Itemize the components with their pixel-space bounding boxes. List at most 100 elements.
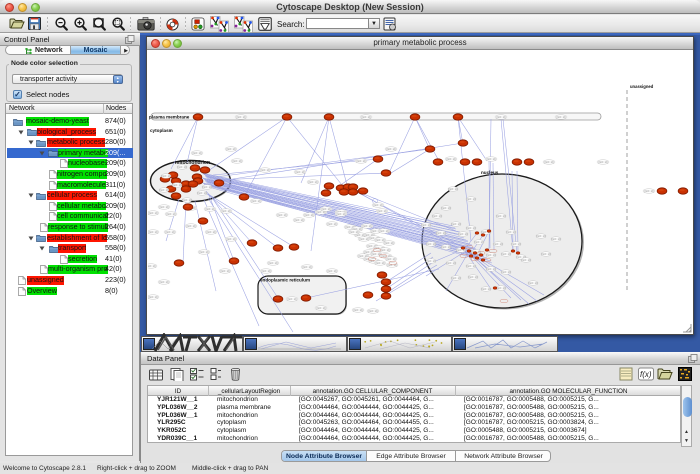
- svg-text:[GO: id]: [GO: id]: [288, 297, 297, 301]
- svg-text:[GO: id]: [GO: id]: [452, 222, 461, 226]
- svg-text:[GO: id]: [GO: id]: [529, 281, 538, 285]
- svg-text:[GO: id]: [GO: id]: [317, 306, 326, 310]
- svg-text:[GO: id]: [GO: id]: [149, 211, 158, 215]
- svg-text:[GO: id]: [GO: id]: [512, 242, 521, 246]
- svg-text:[GO: id]: [GO: id]: [148, 264, 156, 268]
- svg-text:[GO: id]: [GO: id]: [557, 115, 566, 119]
- svg-text:[GO: id]: [GO: id]: [522, 258, 531, 262]
- svg-text:[GO: id]: [GO: id]: [433, 214, 442, 218]
- svg-text:[GO: id]: [GO: id]: [502, 252, 511, 256]
- svg-text:[GO: id]: [GO: id]: [467, 226, 476, 230]
- svg-text:[GO: id]: [GO: id]: [387, 257, 396, 261]
- svg-text:[GO: id]: [GO: id]: [303, 265, 312, 269]
- svg-text:[GO: id]: [GO: id]: [497, 115, 506, 119]
- svg-text:plasma membrane: plasma membrane: [149, 115, 190, 120]
- svg-text:[GO: id]: [GO: id]: [354, 308, 363, 312]
- svg-text:[GO: id]: [GO: id]: [162, 174, 171, 178]
- svg-text:[GO: id]: [GO: id]: [502, 270, 511, 274]
- svg-text:[GO: id]: [GO: id]: [305, 213, 314, 217]
- svg-text:[GO: id]: [GO: id]: [187, 224, 196, 228]
- svg-text:[GO: id]: [GO: id]: [350, 230, 359, 234]
- svg-text:[GO: id]: [GO: id]: [237, 115, 246, 119]
- svg-text:[GO: id]: [GO: id]: [363, 224, 372, 228]
- svg-text:[GO: id]: [GO: id]: [198, 191, 207, 195]
- svg-text:[GO: id]: [GO: id]: [357, 159, 366, 163]
- svg-text:[GO: id]: [GO: id]: [482, 287, 491, 291]
- svg-text:[GO: id]: [GO: id]: [222, 209, 231, 213]
- svg-text:[GO: id]: [GO: id]: [467, 264, 476, 268]
- svg-text:unassigned: unassigned: [630, 84, 654, 89]
- svg-text:[GO: id]: [GO: id]: [328, 269, 337, 273]
- svg-text:[GO: id]: [GO: id]: [233, 159, 242, 163]
- svg-text:[GO: id]: [GO: id]: [309, 180, 318, 184]
- svg-text:[GO: id]: [GO: id]: [422, 223, 431, 227]
- svg-text:[GO: id]: [GO: id]: [497, 214, 506, 218]
- svg-text:[GO: id]: [GO: id]: [376, 238, 385, 242]
- svg-text:[GO: id]: [GO: id]: [167, 212, 176, 216]
- svg-text:[GO: id]: [GO: id]: [295, 218, 304, 222]
- svg-text:[GO: id]: [GO: id]: [552, 237, 561, 241]
- svg-text:cytoplasm: cytoplasm: [150, 128, 173, 133]
- svg-text:[GO: id]: [GO: id]: [203, 185, 212, 189]
- svg-text:[GO: id]: [GO: id]: [261, 168, 270, 172]
- svg-text:[GO: id]: [GO: id]: [178, 165, 187, 169]
- svg-text:[GO: id]: [GO: id]: [183, 198, 192, 202]
- svg-text:[GO: id]: [GO: id]: [200, 250, 209, 254]
- svg-text:[GO: id]: [GO: id]: [449, 187, 458, 191]
- svg-text:[GO: id]: [GO: id]: [360, 237, 369, 241]
- svg-text:[GO: id]: [GO: id]: [599, 160, 608, 164]
- svg-text:[GO: id]: [GO: id]: [322, 207, 331, 211]
- svg-text:[GO: id]: [GO: id]: [427, 259, 436, 263]
- svg-text:[GO: id]: [GO: id]: [252, 199, 261, 203]
- svg-text:[GO: id]: [GO: id]: [166, 230, 175, 234]
- svg-text:[GO: id]: [GO: id]: [487, 253, 496, 257]
- svg-text:[GO: id]: [GO: id]: [269, 261, 278, 265]
- svg-text:[GO: id]: [GO: id]: [447, 157, 456, 161]
- svg-text:[GO: id]: [GO: id]: [160, 280, 169, 284]
- svg-text:[GO: id]: [GO: id]: [459, 232, 468, 236]
- svg-text:[GO: id]: [GO: id]: [645, 189, 654, 193]
- svg-text:[GO: id]: [GO: id]: [362, 115, 371, 119]
- svg-text:[GO: id]: [GO: id]: [537, 234, 546, 238]
- svg-text:[GO: id]: [GO: id]: [497, 286, 506, 290]
- svg-text:[GO: id]: [GO: id]: [378, 209, 387, 213]
- svg-text:[GO: id]: [GO: id]: [221, 269, 230, 273]
- svg-text:[GO: id]: [GO: id]: [494, 242, 503, 246]
- svg-text:[GO: id]: [GO: id]: [149, 230, 158, 234]
- svg-text:[GO: id]: [GO: id]: [469, 275, 478, 279]
- svg-text:[GO: id]: [GO: id]: [542, 252, 551, 256]
- svg-text:[GO: id]: [GO: id]: [447, 261, 456, 265]
- svg-text:endoplasmic reticulum: endoplasmic reticulum: [260, 278, 310, 283]
- svg-text:[GO: id]: [GO: id]: [278, 213, 287, 217]
- svg-text:[GO: id]: [GO: id]: [487, 157, 496, 161]
- svg-text:[GO: id]: [GO: id]: [207, 230, 216, 234]
- svg-text:[GO: id]: [GO: id]: [206, 207, 215, 211]
- svg-text:[GO: id]: [GO: id]: [442, 206, 451, 210]
- svg-text:f(x): f(x): [640, 370, 652, 379]
- svg-text:[GO: id]: [GO: id]: [452, 276, 461, 280]
- svg-text:[GO: id]: [GO: id]: [296, 170, 305, 174]
- svg-text:[GO: id]: [GO: id]: [545, 160, 554, 164]
- svg-text:[GO: id]: [GO: id]: [369, 309, 378, 313]
- svg-text:[GO: id]: [GO: id]: [227, 147, 236, 151]
- svg-text:[GO: id]: [GO: id]: [442, 245, 451, 249]
- svg-text:nucleus: nucleus: [481, 170, 499, 175]
- svg-text:[GO: id]: [GO: id]: [160, 205, 169, 209]
- svg-text:[GO: id]: [GO: id]: [487, 267, 496, 271]
- svg-text:[GO: id]: [GO: id]: [173, 183, 182, 187]
- svg-text:[GO: id]: [GO: id]: [337, 212, 346, 216]
- svg-text:[GO: id]: [GO: id]: [328, 222, 337, 226]
- svg-text:[GO: id]: [GO: id]: [507, 230, 516, 234]
- svg-text:[GO: id]: [GO: id]: [376, 261, 385, 265]
- svg-text:[GO: id]: [GO: id]: [262, 269, 271, 273]
- svg-text:[GO: id]: [GO: id]: [387, 147, 396, 151]
- svg-text:[GO: id]: [GO: id]: [227, 237, 236, 241]
- svg-text:[GO: id]: [GO: id]: [160, 188, 169, 192]
- svg-text:[GO: id]: [GO: id]: [437, 231, 446, 235]
- svg-text:[GO: id]: [GO: id]: [380, 229, 389, 233]
- svg-text:[GO: id]: [GO: id]: [374, 203, 383, 207]
- svg-text:[GO: id]: [GO: id]: [467, 197, 476, 201]
- svg-text:[GO: id]: [GO: id]: [193, 151, 202, 155]
- svg-text:[GO: id]: [GO: id]: [385, 241, 394, 245]
- svg-text:[GO: id]: [GO: id]: [427, 242, 436, 246]
